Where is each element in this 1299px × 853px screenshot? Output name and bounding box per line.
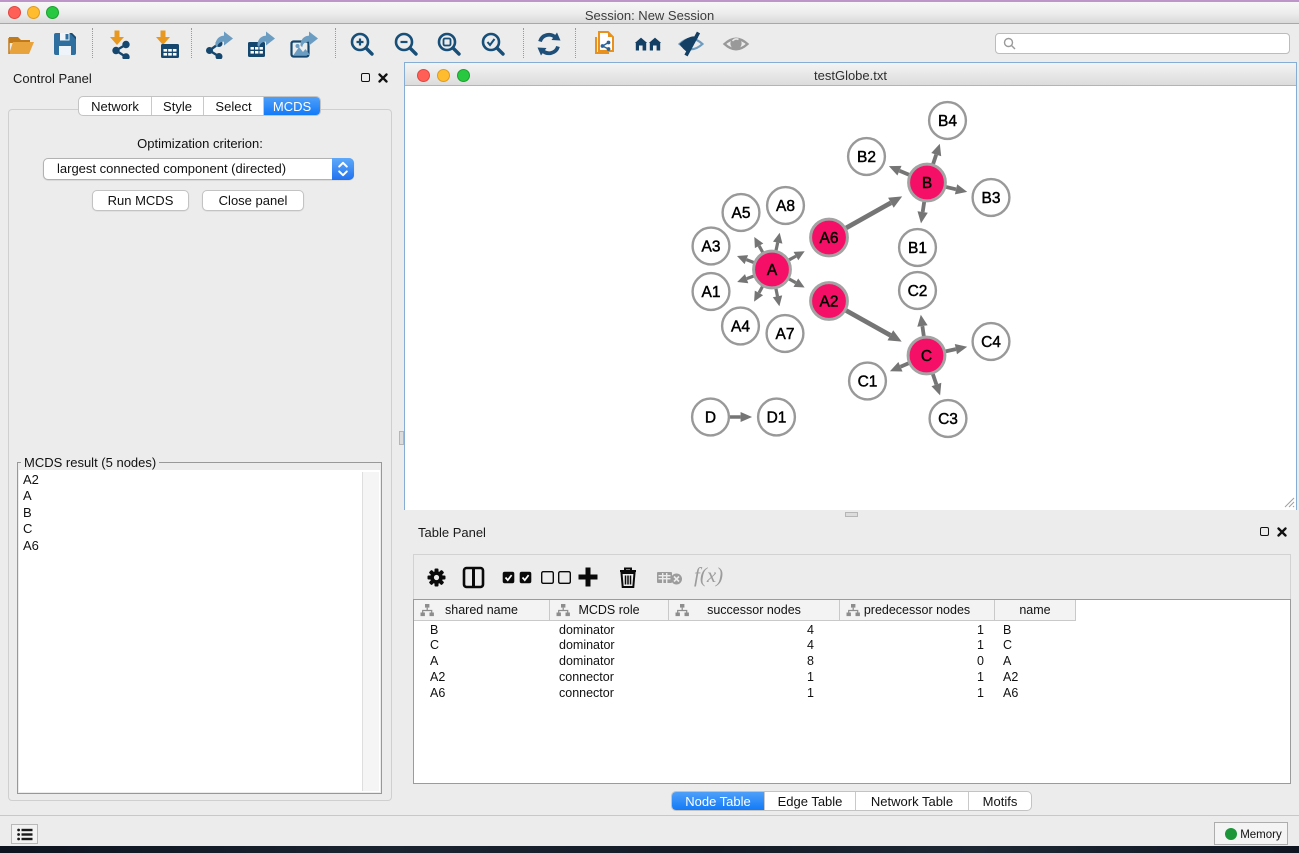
svg-text:B2: B2 xyxy=(857,149,876,166)
svg-text:A8: A8 xyxy=(776,198,795,215)
svg-text:B1: B1 xyxy=(908,240,927,257)
svg-text:C1: C1 xyxy=(858,374,878,391)
svg-text:D: D xyxy=(705,410,716,427)
svg-text:A3: A3 xyxy=(702,239,721,256)
svg-text:A2: A2 xyxy=(820,294,839,311)
svg-text:C3: C3 xyxy=(938,411,958,428)
svg-text:C: C xyxy=(921,348,932,365)
svg-text:C2: C2 xyxy=(908,283,928,300)
svg-text:A1: A1 xyxy=(702,284,721,301)
svg-text:C4: C4 xyxy=(981,334,1001,351)
svg-text:A: A xyxy=(767,262,778,279)
svg-text:B: B xyxy=(922,175,932,192)
svg-text:A5: A5 xyxy=(732,205,751,222)
svg-text:A4: A4 xyxy=(731,319,750,336)
svg-text:B4: B4 xyxy=(938,113,957,130)
svg-text:A6: A6 xyxy=(820,230,839,247)
svg-text:B3: B3 xyxy=(982,190,1001,207)
svg-text:D1: D1 xyxy=(767,410,787,427)
svg-text:A7: A7 xyxy=(776,326,795,343)
